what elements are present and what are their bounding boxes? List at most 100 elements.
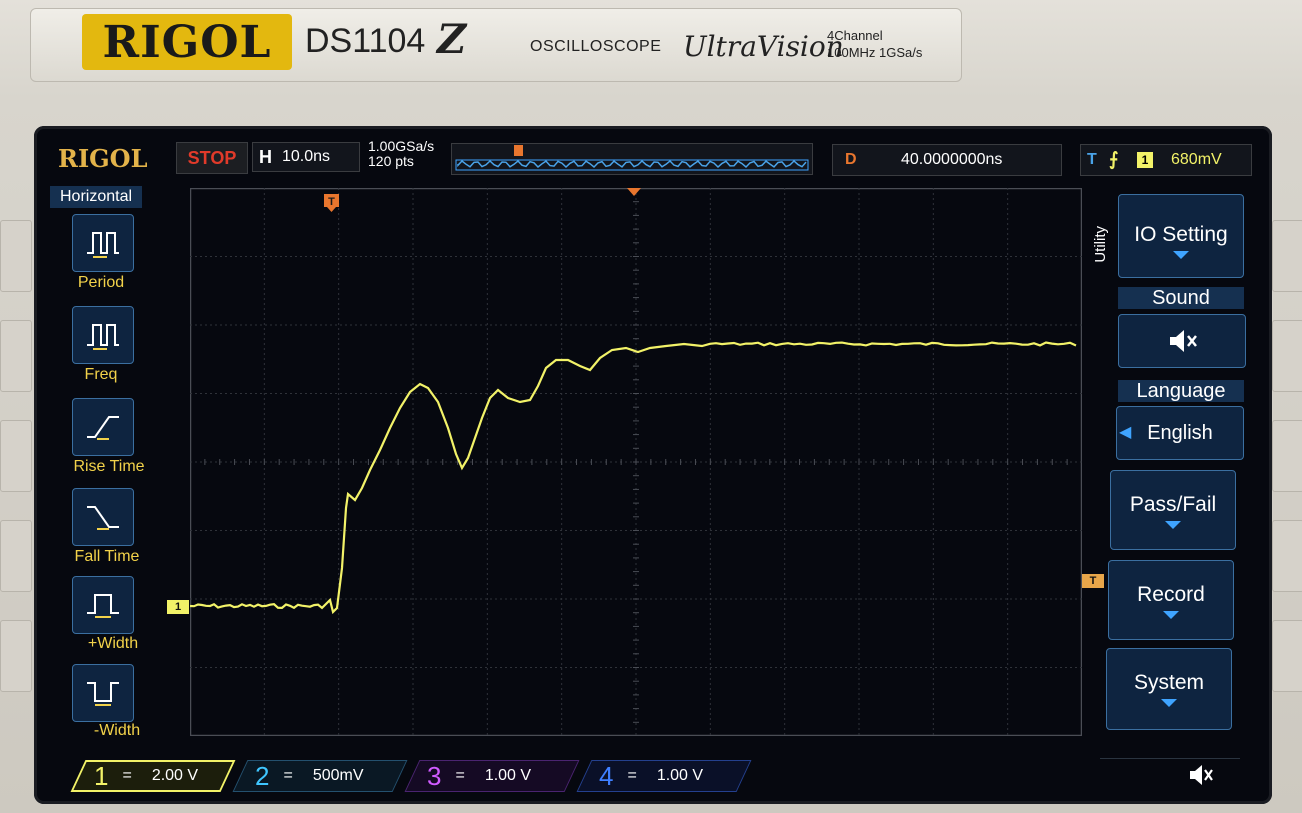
trigger-level: 680mV [1171,151,1222,168]
product-type: OSCILLOSCOPE [530,38,662,55]
channel-1-coupling-icon: = [122,767,132,784]
bezel-softkey-right-3[interactable] [1272,420,1302,492]
measure-rise-time-label: Rise Time [73,458,145,475]
run-state-badge: STOP [176,142,248,174]
sound-header: Sound [1118,287,1244,309]
io-setting-label: IO Setting [1134,223,1228,246]
measure-period-button[interactable] [72,214,134,272]
io-setting-button[interactable]: IO Setting [1118,194,1244,278]
submenu-arrow-icon [1173,251,1189,259]
delay-value: 40.0000000ns [901,151,1003,168]
memory-trigger-marker [514,145,523,156]
freq-icon [87,324,119,350]
bezel-softkey-left-5[interactable] [0,620,32,692]
trigger-position-marker: T [324,194,339,212]
bezel-softkey-left-2[interactable] [0,320,32,392]
model-suffix: Z [437,16,467,63]
language-value: English [1147,422,1213,444]
system-label: System [1133,671,1204,694]
language-header: Language [1118,380,1244,402]
series-name: UltraVision [683,30,844,63]
pass-fail-label: Pass/Fail [1129,493,1217,516]
bezel-softkey-right-1[interactable] [1272,220,1302,292]
channel-2-coupling-icon: = [283,767,293,784]
screen-logo: RIGOL [58,144,148,173]
record-button[interactable]: Record [1108,560,1234,640]
language-left-arrow-icon: ◀ [1119,424,1132,441]
delay-indicator: D 40.0000000ns [832,144,1062,176]
submenu-arrow-icon [1165,521,1181,529]
brand-logo: RIGOL [102,16,272,68]
spec-bandwidth: 100MHz 1GSa/s [827,45,923,60]
channel-3-scale: 1.00 V [484,767,532,784]
memory-waveform-icon [455,145,809,171]
measure-period-label: Period [77,274,125,291]
channel-1-number: 1 [94,760,109,791]
period-icon [87,232,119,258]
language-selector[interactable]: ◀ English [1116,406,1244,460]
record-label: Record [1137,583,1205,606]
channel-1-indicator[interactable]: 1 = 2.00 V [70,760,236,792]
bezel-softkey-right-4[interactable] [1272,520,1302,592]
memory-overview [451,143,813,175]
pos-width-icon [87,594,119,618]
channel-4-scale: 1.00 V [656,767,704,784]
measure-neg-width-label: -Width [93,722,141,739]
measure-rise-time-button[interactable] [72,398,134,456]
trigger-label: T [1087,151,1097,168]
fall-time-icon [87,506,119,530]
spec-channels: 4Channel [827,28,883,43]
grid-lines [190,188,1082,736]
sound-muted-status-icon [1190,765,1213,785]
sample-rate: 1.00GSa/s [368,138,435,154]
menu-section-label: Utility [1092,226,1109,263]
neg-width-icon [87,682,119,706]
bezel-softkey-left-3[interactable] [0,420,32,492]
svg-text:T: T [328,196,335,208]
submenu-arrow-icon [1161,699,1177,707]
trigger-source: 1 [1137,152,1153,168]
bezel-softkey-left-4[interactable] [0,520,32,592]
left-menu-title: Horizontal [50,186,142,208]
channel-1-scale: 2.00 V [151,767,199,784]
channel-3-number: 3 [427,760,442,791]
channel-4-coupling-icon: = [627,767,637,784]
waveform-grid[interactable] [190,188,1082,736]
trigger-level-marker[interactable]: T [1082,574,1104,588]
measure-neg-width-button[interactable] [72,664,134,722]
submenu-arrow-icon [1163,611,1179,619]
sound-toggle-button[interactable] [1118,314,1246,368]
channel-4-number: 4 [599,760,614,791]
channel-2-scale: 500mV [312,767,364,784]
channel-2-number: 2 [255,760,270,791]
status-icon-area [1100,758,1240,793]
measure-pos-width-button[interactable] [72,576,134,634]
model-name: DS1104 [305,22,426,60]
channel-4-indicator[interactable]: 4 = 1.00 V [576,760,752,792]
acquisition-info: 1.00GSa/s 120 pts [368,139,434,169]
timebase-indicator: H 10.0ns [252,142,360,172]
trigger-indicator: T ⨍ 1 680mV [1080,144,1252,176]
horizontal-center-marker [627,188,641,196]
rising-edge-icon: ⨍ [1109,149,1119,169]
measure-fall-time-label: Fall Time [74,548,140,565]
bezel-softkey-right-5[interactable] [1272,620,1302,692]
measure-freq-button[interactable] [72,306,134,364]
ch1-ground-marker[interactable]: 1 [167,600,189,614]
bezel-softkey-left-1[interactable] [0,220,32,292]
rise-time-icon [87,416,119,440]
brand-plate: RIGOL [82,14,292,70]
channel-3-indicator[interactable]: 3 = 1.00 V [404,760,580,792]
measure-fall-time-button[interactable] [72,488,134,546]
timebase-value: 10.0ns [282,148,331,165]
bezel-softkey-right-2[interactable] [1272,320,1302,392]
timebase-label: H [259,146,272,167]
measure-freq-label: Freq [84,366,118,383]
channel-3-coupling-icon: = [455,767,465,784]
system-button[interactable]: System [1106,648,1232,730]
speaker-muted-icon [1170,330,1197,352]
channel-2-indicator[interactable]: 2 = 500mV [232,760,408,792]
measure-pos-width-label: +Width [87,635,139,652]
delay-label: D [845,151,857,168]
pass-fail-button[interactable]: Pass/Fail [1110,470,1236,550]
